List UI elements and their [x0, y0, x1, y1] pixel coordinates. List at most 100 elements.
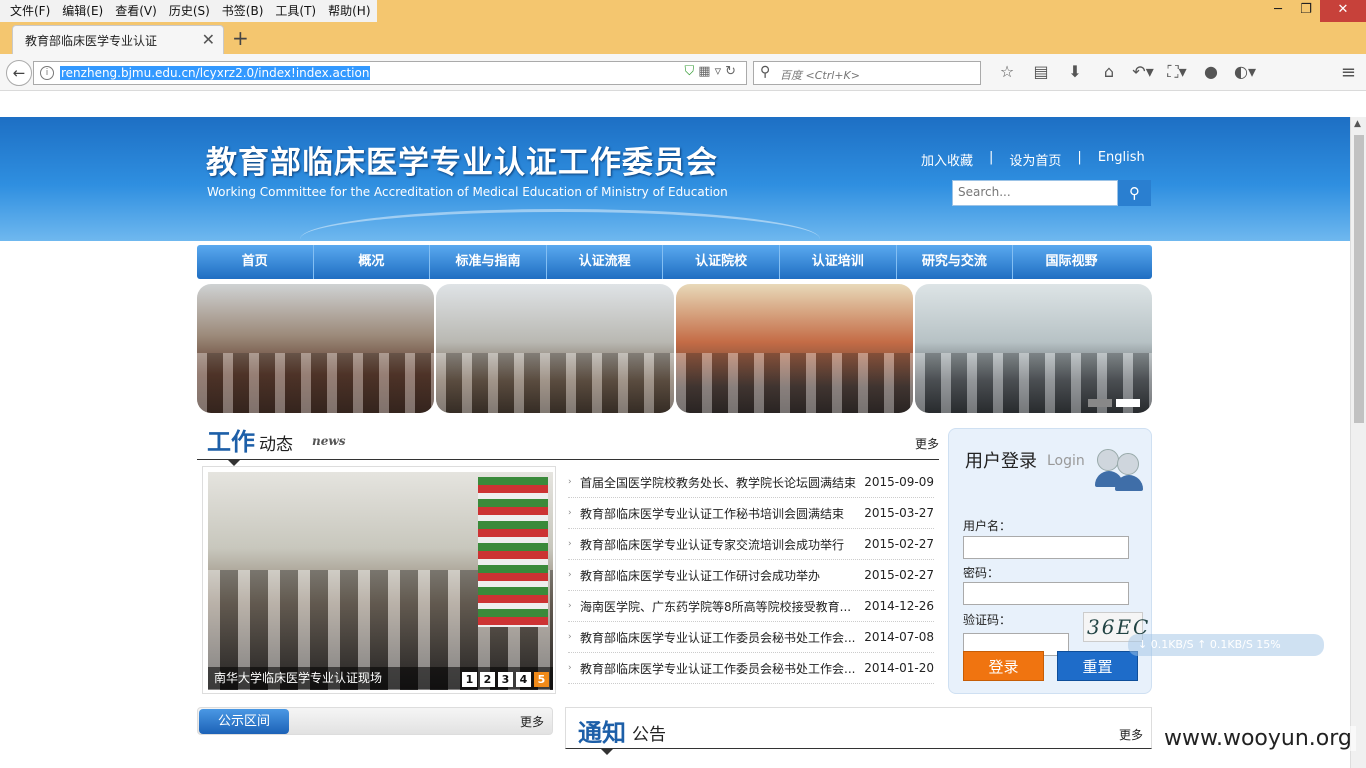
login-button[interactable]: 登录 [963, 651, 1044, 681]
minimize-button[interactable]: ─ [1264, 0, 1292, 22]
pager-4[interactable]: 4 [516, 672, 531, 687]
nav-standards[interactable]: 标准与指南 [430, 245, 547, 279]
nav-process[interactable]: 认证流程 [547, 245, 664, 279]
news-item[interactable]: › 教育部临床医学专业认证工作委员会秘书处工作会... 2014-01-20 [568, 653, 934, 684]
new-tab-button[interactable]: + [232, 26, 249, 50]
page-viewport: 教育部临床医学专业认证工作委员会 Working Committee for t… [0, 117, 1350, 768]
shield-icon[interactable]: ⛉ [685, 64, 699, 79]
menu-help[interactable]: 帮助(H) [322, 0, 376, 22]
hamburger-menu-icon[interactable]: ≡ [1341, 62, 1356, 83]
scroll-up-icon[interactable]: ▲ [1354, 119, 1361, 129]
bullet-icon: › [568, 508, 572, 518]
extension-icon[interactable]: ◐▾ [1228, 62, 1262, 82]
news-item[interactable]: › 海南医学院、广东药学院等8所高等院校接受教育... 2014-12-26 [568, 591, 934, 622]
news-item[interactable]: › 首届全国医学院校教务处长、教学院长论坛圆满结束 2015-09-09 [568, 467, 934, 498]
bookmark-star-icon[interactable]: ☆ [990, 62, 1024, 82]
menu-file[interactable]: 文件(F) [4, 0, 56, 22]
pager-5[interactable]: 5 [534, 672, 549, 687]
toolbar-icons: ☆ ▤ ⬇ ⌂ ↶▾ ⛶▾ ● ◐▾ [990, 62, 1262, 82]
notice-header: 通知 公告 更多 [565, 707, 1152, 749]
browser-tab[interactable]: 教育部临床医学专业认证 ✕ [12, 25, 224, 54]
nav-schools[interactable]: 认证院校 [663, 245, 780, 279]
notice-title-big: 通知 [578, 719, 626, 747]
qr-icon[interactable]: ▦ [698, 64, 714, 79]
news-item[interactable]: › 教育部临床医学专业认证专家交流培训会成功举行 2015-02-27 [568, 529, 934, 560]
nav-training[interactable]: 认证培训 [780, 245, 897, 279]
scrollbar-thumb[interactable] [1354, 135, 1364, 423]
watermark: www.wooyun.org [1160, 726, 1356, 751]
english-link[interactable]: English [1098, 150, 1145, 169]
gallery-dot[interactable] [1088, 399, 1112, 407]
menu-bookmarks[interactable]: 书签(B) [216, 0, 270, 22]
news-item-title[interactable]: 教育部临床医学专业认证工作委员会秘书处工作会... [580, 660, 864, 677]
menu-edit[interactable]: 编辑(E) [56, 0, 109, 22]
download-icon[interactable]: ⬇ [1058, 62, 1092, 82]
news-item-title[interactable]: 教育部临床医学专业认证工作委员会秘书处工作会... [580, 629, 864, 646]
menu-tools[interactable]: 工具(T) [269, 0, 322, 22]
nav-research[interactable]: 研究与交流 [897, 245, 1014, 279]
tab-close-icon[interactable]: ✕ [202, 30, 215, 49]
public-tab[interactable]: 公示区间 [199, 709, 289, 734]
news-title-small: 动态 [259, 435, 293, 455]
chat-icon[interactable]: ● [1194, 62, 1228, 82]
home-icon[interactable]: ⌂ [1092, 62, 1126, 82]
back-button[interactable]: ← [6, 60, 32, 86]
news-item-title[interactable]: 海南医学院、广东药学院等8所高等院校接受教育... [580, 598, 864, 615]
gallery-dots [1088, 399, 1140, 407]
username-input[interactable] [963, 536, 1129, 559]
public-more-link[interactable]: 更多 [520, 713, 544, 730]
close-window-button[interactable]: ✕ [1320, 0, 1366, 22]
news-item-title[interactable]: 首届全国医学院校教务处长、教学院长论坛圆满结束 [580, 474, 864, 491]
crop-icon[interactable]: ⛶▾ [1160, 62, 1194, 82]
news-item-title[interactable]: 教育部临床医学专业认证专家交流培训会成功举行 [580, 536, 864, 553]
news-list: › 首届全国医学院校教务处长、教学院长论坛圆满结束 2015-09-09 › 教育部临… [568, 467, 934, 684]
news-item-title[interactable]: 教育部临床医学专业认证工作研讨会成功举办 [580, 567, 864, 584]
reset-button[interactable]: 重置 [1057, 651, 1138, 681]
news-item[interactable]: › 教育部临床医学专业认证工作研讨会成功举办 2015-02-27 [568, 560, 934, 591]
news-item[interactable]: › 教育部临床医学专业认证工作秘书培训会圆满结束 2015-03-27 [568, 498, 934, 529]
page-scrollbar[interactable]: ▲ [1350, 117, 1366, 768]
url-text[interactable]: renzheng.bjmu.edu.cn/lcyxrz2.0/index!ind… [60, 66, 371, 80]
gallery-dot-active[interactable] [1116, 399, 1140, 407]
maximize-button[interactable]: ❐ [1292, 0, 1320, 22]
browser-search-bar[interactable]: ⚲ 百度 <Ctrl+K> [753, 61, 981, 85]
site-search-button[interactable]: ⚲ [1118, 180, 1151, 206]
dropdown-icon[interactable]: ▿ [715, 64, 726, 79]
nav-international[interactable]: 国际视野 [1013, 245, 1130, 279]
login-panel: 用户登录 Login 用户名： 密码： 验证码： 36EC 登录 重置 [948, 428, 1152, 694]
separator: | [989, 150, 994, 165]
gallery-photo[interactable] [914, 284, 1152, 413]
menu-view[interactable]: 查看(V) [109, 0, 163, 22]
site-search-input[interactable]: Search... [952, 180, 1118, 206]
site-title: 教育部临床医学专业认证工作委员会 [206, 145, 718, 181]
main-nav: 首页 概况 标准与指南 认证流程 认证院校 认证培训 研究与交流 国际视野 [197, 245, 1152, 279]
reload-icon[interactable]: ↻ [725, 64, 740, 79]
login-title-en: Login [1047, 453, 1085, 469]
pager-2[interactable]: 2 [480, 672, 495, 687]
news-item-title[interactable]: 教育部临床医学专业认证工作秘书培训会圆满结束 [580, 505, 864, 522]
set-homepage-link[interactable]: 设为首页 [1009, 150, 1061, 169]
tab-title: 教育部临床医学专业认证 [25, 34, 158, 48]
header-notch [600, 748, 614, 755]
captcha-label: 验证码： [963, 613, 1012, 627]
address-bar[interactable]: i renzheng.bjmu.edu.cn/lcyxrz2.0/index!i… [33, 61, 747, 85]
news-photo-pager: 1 2 3 4 5 [462, 672, 549, 687]
nav-home[interactable]: 首页 [197, 245, 314, 279]
search-placeholder: 百度 <Ctrl+K> [780, 69, 860, 82]
notice-more-link[interactable]: 更多 [1119, 726, 1143, 743]
news-photo[interactable]: 南华大学临床医学专业认证现场 1 2 3 4 5 [202, 466, 556, 694]
news-more-link[interactable]: 更多 [915, 435, 939, 452]
nav-overview[interactable]: 概况 [314, 245, 431, 279]
news-item[interactable]: › 教育部临床医学专业认证工作委员会秘书处工作会... 2014-07-08 [568, 622, 934, 653]
gallery-photo[interactable] [436, 284, 674, 413]
add-favorite-link[interactable]: 加入收藏 [921, 150, 973, 169]
password-input[interactable] [963, 582, 1129, 605]
pager-3[interactable]: 3 [498, 672, 513, 687]
gallery-photo[interactable] [197, 284, 435, 413]
bullet-icon: › [568, 477, 572, 487]
pager-1[interactable]: 1 [462, 672, 477, 687]
menu-history[interactable]: 历史(S) [163, 0, 216, 22]
reading-list-icon[interactable]: ▤ [1024, 62, 1058, 82]
undo-icon[interactable]: ↶▾ [1126, 62, 1160, 82]
gallery-photo[interactable] [675, 284, 913, 413]
